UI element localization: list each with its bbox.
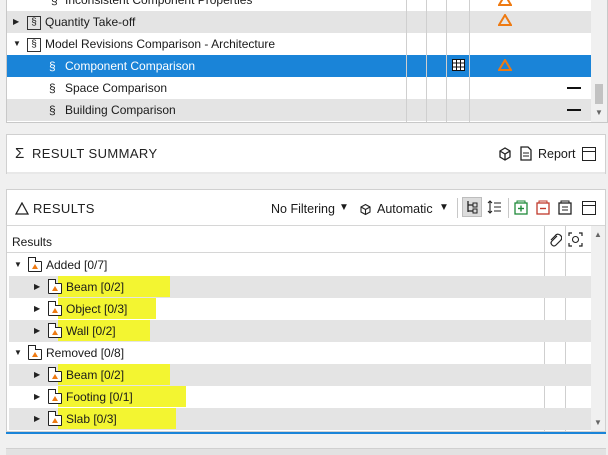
panel-title: RESULTS: [33, 201, 95, 216]
expand-arrow-icon[interactable]: ▶: [34, 298, 40, 320]
panel-divider: [7, 225, 605, 226]
toolbar-separator: [508, 198, 509, 218]
toolbar-separator: [457, 198, 458, 218]
result-row-label: Beam [0/2]: [66, 368, 125, 382]
tree-row-label: Inconsistent Component Properties: [65, 0, 253, 7]
panel-divider: [7, 172, 605, 174]
column-divider: [426, 0, 427, 122]
tree-row-label: Model Revisions Comparison - Architectur…: [45, 37, 276, 51]
dash-icon: [567, 109, 581, 111]
result-row-label: Footing [0/1]: [66, 390, 133, 404]
scroll-down-icon[interactable]: ▼: [594, 418, 602, 427]
dash-icon: [567, 87, 581, 89]
folder-warning-icon: [27, 345, 42, 360]
tree-row-label: Component Comparison: [65, 59, 196, 73]
warning-icon: [498, 59, 512, 71]
result-row-label: Added [0/7]: [46, 258, 108, 272]
report-button[interactable]: Report: [538, 147, 576, 161]
tree-row[interactable]: § Space Comparison: [7, 77, 591, 99]
result-row-label: Removed [0/8]: [46, 346, 125, 360]
zoom-to-icon[interactable]: [568, 232, 583, 247]
hierarchy-view-button[interactable]: [462, 197, 482, 217]
result-item-row[interactable]: ▶ Wall [0/2]: [9, 320, 593, 342]
collapse-arrow-icon[interactable]: ▼: [13, 33, 21, 55]
expand-arrow-icon[interactable]: ▶: [34, 276, 40, 298]
mode-dropdown[interactable]: Automatic: [377, 202, 433, 216]
scroll-up-icon[interactable]: ▲: [594, 230, 602, 239]
result-row-label: Beam [0/2]: [66, 280, 125, 294]
ruleset-icon: §: [27, 38, 41, 52]
folder-warning-icon: [47, 301, 62, 316]
column-divider: [446, 0, 447, 122]
result-group-row[interactable]: ▼ Added [0/7]: [9, 254, 593, 276]
expand-arrow-icon[interactable]: ▶: [34, 386, 40, 408]
expand-arrow-icon[interactable]: ▶: [13, 11, 19, 33]
tree-row-label: Quantity Take-off: [45, 15, 136, 29]
triangle-icon: [15, 202, 29, 215]
result-item-row[interactable]: ▶ Beam [0/2]: [9, 276, 593, 298]
column-divider: [406, 0, 407, 122]
rule-symbol: §: [49, 103, 56, 117]
warning-icon: [498, 14, 512, 26]
warning-icon: [498, 0, 512, 6]
panel-layout-icon[interactable]: [582, 147, 596, 161]
cube-add-icon[interactable]: [497, 146, 513, 161]
header-divider: [7, 252, 591, 253]
rule-symbol: §: [49, 59, 56, 73]
panel-bottom-border: [6, 432, 606, 434]
result-item-row[interactable]: ▶ Footing [0/1]: [9, 386, 593, 408]
folder-warning-icon: [47, 411, 62, 426]
table-icon[interactable]: [452, 59, 465, 71]
panel-layout-icon[interactable]: [582, 201, 596, 215]
results-panel: RESULTS No Filtering ▼ Automatic ▼ Resul…: [6, 189, 606, 432]
folder-warning-icon: [47, 367, 62, 382]
list-view-icon[interactable]: [486, 200, 502, 215]
attachment-icon[interactable]: [548, 232, 562, 248]
result-row-label: Wall [0/2]: [66, 324, 116, 338]
cube-icon: [360, 203, 371, 216]
result-item-row[interactable]: ▶ Object [0/3]: [9, 298, 593, 320]
expand-all-icon[interactable]: [514, 200, 528, 215]
folder-warning-icon: [47, 389, 62, 404]
result-group-row[interactable]: ▼ Removed [0/8]: [9, 342, 593, 364]
vertical-scrollbar[interactable]: ▲ ▼: [591, 226, 605, 431]
folder-warning-icon: [47, 323, 62, 338]
scroll-down-icon[interactable]: ▼: [595, 108, 603, 117]
tree-row[interactable]: ▼ § Model Revisions Comparison - Archite…: [7, 33, 591, 55]
hierarchy-icon: [467, 201, 478, 214]
folder-warning-icon: [27, 257, 42, 272]
expand-arrow-icon[interactable]: ▶: [34, 364, 40, 386]
column-divider: [469, 0, 470, 122]
expand-arrow-icon[interactable]: ▶: [34, 408, 40, 430]
vertical-scrollbar[interactable]: ▼: [591, 0, 607, 122]
tree-row-label: Building Comparison: [65, 103, 176, 117]
result-summary-panel: Σ RESULT SUMMARY Report: [6, 134, 606, 174]
chevron-down-icon[interactable]: ▼: [439, 202, 449, 213]
report-icon[interactable]: [519, 146, 534, 161]
rule-symbol: §: [49, 81, 56, 95]
chevron-down-icon[interactable]: ▼: [339, 202, 349, 213]
collapse-arrow-icon[interactable]: ▼: [14, 342, 22, 364]
scrollbar-thumb[interactable]: [595, 84, 603, 104]
result-item-row[interactable]: ▶ Slab [0/3]: [9, 408, 593, 430]
result-row-label: Object [0/3]: [66, 302, 128, 316]
filter-dropdown[interactable]: No Filtering: [271, 202, 335, 216]
result-row-label: Slab [0/3]: [66, 412, 117, 426]
folder-warning-icon: [47, 279, 62, 294]
results-column-header[interactable]: Results: [12, 235, 52, 249]
collapse-arrow-icon[interactable]: ▼: [14, 254, 22, 276]
collapse-group-icon[interactable]: [558, 200, 572, 215]
result-item-row[interactable]: ▶ Beam [0/2]: [9, 364, 593, 386]
rule-symbol: §: [51, 0, 58, 7]
tree-row-label: Space Comparison: [65, 81, 168, 95]
tree-row[interactable]: § Building Comparison: [7, 99, 591, 121]
collapse-all-icon[interactable]: [536, 200, 550, 215]
sigma-icon: Σ: [15, 145, 25, 162]
ruleset-icon: §: [27, 16, 41, 30]
rules-tree-panel: § Inconsistent Component Properties ▶ § …: [6, 0, 608, 123]
panel-title: RESULT SUMMARY: [32, 146, 158, 161]
expand-arrow-icon[interactable]: ▶: [34, 320, 40, 342]
